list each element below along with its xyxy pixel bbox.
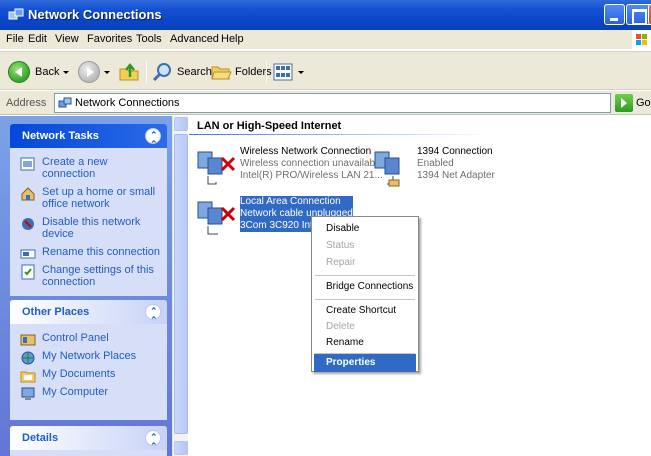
scroll-thumb[interactable] — [174, 134, 188, 434]
windows-logo-icon — [632, 30, 651, 50]
address-bar: Address Network Connections Go — [0, 91, 651, 115]
menu-bar: File Edit View Favorites Tools Advanced … — [0, 30, 651, 50]
settings-icon — [21, 264, 35, 280]
address-value: Network Connections — [75, 97, 180, 109]
menu-edit[interactable]: Edit — [28, 33, 47, 45]
rename-icon — [20, 249, 36, 259]
lan-connection-icon — [197, 201, 236, 235]
folders-icon — [211, 66, 232, 80]
disable-device-icon — [22, 218, 34, 230]
back-button[interactable]: Back — [8, 59, 70, 85]
connection-device: Intel(R) PRO/Wireless LAN 21... — [240, 170, 383, 181]
menu-tools[interactable]: Tools — [136, 33, 162, 45]
network-tasks-header[interactable]: Network Tasks ⌃ ⌃ — [10, 124, 167, 149]
search-button[interactable]: Search — [152, 59, 212, 85]
new-connection-icon — [20, 157, 35, 171]
toolbar: Back Search Folders — [0, 51, 651, 90]
connections-pane: LAN or High-Speed Internet Wireless Netw… — [189, 116, 651, 456]
back-dropdown-icon[interactable] — [63, 70, 70, 74]
network-adapter-icon — [374, 151, 400, 187]
details-title: Details — [22, 432, 59, 444]
views-dropdown-icon[interactable] — [298, 70, 304, 74]
menu-separator — [315, 299, 415, 300]
expand-chevron-icon[interactable]: ⌃ ⌃ — [145, 430, 161, 451]
forward-dropdown-icon[interactable] — [104, 70, 110, 74]
up-folder-button[interactable] — [118, 59, 140, 85]
wireless-connection-item[interactable]: Wireless Network Connection Wireless con… — [194, 146, 394, 190]
connection-name: Wireless Network Connection — [240, 146, 372, 157]
my-documents-icon — [20, 371, 36, 383]
other-places-title: Other Places — [22, 306, 90, 318]
place-my-documents[interactable]: My Documents — [20, 368, 161, 383]
task-create-connection[interactable]: Create a new connection — [20, 156, 161, 180]
collapse-chevron-icon[interactable]: ⌃ ⌃ — [145, 128, 161, 149]
search-icon — [152, 63, 171, 82]
other-places-header[interactable]: Other Places ⌃ ⌃ — [10, 300, 167, 325]
go-arrow-icon[interactable] — [615, 94, 633, 112]
menu-item-repair[interactable]: Repair — [314, 254, 416, 272]
menu-view[interactable]: View — [55, 33, 79, 45]
menu-item-status[interactable]: Status — [314, 237, 416, 255]
window-title: Network Connections — [28, 7, 162, 22]
menu-item-bridge-connections[interactable]: Bridge Connections — [314, 278, 416, 296]
connection-status: Wireless connection unavailable — [240, 158, 383, 169]
search-label: Search — [177, 66, 212, 78]
task-disable-device[interactable]: Disable this network device — [20, 216, 161, 240]
address-label: Address — [6, 97, 47, 109]
title-bar: Network Connections — [0, 0, 651, 30]
up-folder-icon — [119, 62, 139, 81]
network-connections-icon — [58, 97, 72, 108]
connection-status: Enabled — [417, 158, 454, 169]
menu-advanced[interactable]: Advanced — [170, 33, 219, 45]
menu-file[interactable]: File — [6, 33, 24, 45]
my-computer-icon — [21, 387, 35, 400]
place-my-computer[interactable]: My Computer — [20, 386, 161, 400]
collapse-chevron-icon[interactable]: ⌃ ⌃ — [145, 304, 161, 325]
task-pane-scrollbar[interactable] — [172, 116, 188, 456]
task-setup-home-network[interactable]: Set up a home or small office network — [20, 186, 161, 210]
connection-name: Local Area Connection — [240, 196, 341, 207]
home-network-icon — [21, 187, 35, 201]
task-pane: Network Tasks ⌃ ⌃ Create a new connection… — [0, 116, 172, 456]
menu-separator — [315, 275, 415, 276]
context-menu: Disable Status Repair Bridge Connections… — [311, 216, 419, 372]
network-connections-icon — [8, 8, 24, 20]
go-button[interactable]: Go — [636, 97, 651, 109]
menu-item-rename[interactable]: Rename — [314, 334, 416, 352]
group-header: LAN or High-Speed Internet — [197, 120, 342, 132]
details-header[interactable]: Details ⌃ ⌃ — [10, 426, 167, 451]
task-rename-connection[interactable]: Rename this connection — [20, 246, 161, 259]
other-places-panel: Other Places ⌃ ⌃ Control Panel My Network… — [10, 300, 167, 420]
forward-arrow-icon — [78, 61, 100, 83]
task-change-settings[interactable]: Change settings of this connection — [20, 264, 161, 288]
minimize-button[interactable] — [604, 4, 625, 25]
network-places-icon — [21, 351, 35, 365]
network-tasks-title: Network Tasks — [22, 130, 99, 142]
menu-item-disable[interactable]: Disable — [314, 220, 416, 238]
place-control-panel[interactable]: Control Panel — [20, 332, 161, 346]
menu-help[interactable]: Help — [221, 33, 244, 45]
group-divider — [189, 134, 489, 135]
place-my-network-places[interactable]: My Network Places — [20, 350, 161, 365]
back-label: Back — [35, 66, 60, 78]
forward-button[interactable] — [78, 59, 110, 85]
1394-connection-item[interactable]: 1394 Connection Enabled 1394 Net Adapter — [371, 146, 531, 190]
menu-favorites[interactable]: Favorites — [87, 33, 132, 45]
scroll-down-icon[interactable] — [174, 441, 188, 455]
network-tasks-panel: Network Tasks ⌃ ⌃ Create a new connection… — [10, 124, 167, 296]
details-panel: Details ⌃ ⌃ — [10, 426, 167, 456]
views-button[interactable] — [272, 59, 304, 85]
control-panel-icon — [20, 334, 36, 346]
wireless-network-icon — [197, 151, 236, 185]
connection-device: 1394 Net Adapter — [417, 170, 495, 181]
back-arrow-icon — [8, 61, 30, 83]
scroll-up-icon[interactable] — [174, 117, 188, 131]
address-field[interactable]: Network Connections — [54, 93, 611, 113]
folders-button[interactable]: Folders — [210, 59, 272, 85]
connection-name: 1394 Connection — [417, 146, 493, 157]
menu-item-properties[interactable]: Properties — [314, 354, 416, 372]
views-icon — [273, 63, 293, 81]
